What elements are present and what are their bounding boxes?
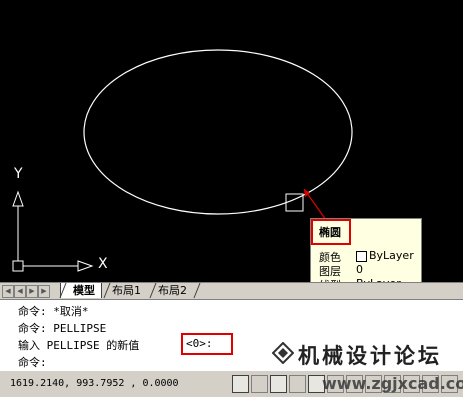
last-tab-icon[interactable]: ▶	[38, 285, 50, 298]
watermark-logo-icon	[272, 342, 294, 364]
next-tab-icon[interactable]: ▶	[26, 285, 38, 298]
command-history-line: 命令: *取消*	[18, 305, 89, 318]
ucs-icon	[12, 190, 94, 272]
polar-toggle-icon[interactable]	[289, 375, 306, 393]
ellipse-entity[interactable]	[83, 49, 353, 215]
watermark-text: 机械设计论坛	[298, 343, 442, 368]
tooltip-layer-value: 0	[356, 263, 363, 276]
tooltip-color-value: ByLayer	[369, 249, 414, 262]
layout-tab-bar: ◀ ◀ ▶ ▶ 模型 布局1 布局2	[0, 282, 463, 299]
command-history-line: 命令: PELLIPSE	[18, 322, 107, 335]
command-input-line[interactable]: 命令:	[18, 354, 47, 370]
bylayer-swatch	[356, 251, 367, 262]
first-tab-icon[interactable]: ◀	[2, 285, 14, 298]
ortho-toggle-icon[interactable]	[270, 375, 287, 393]
command-prompt-text: 输入 PELLIPSE 的新值	[18, 339, 140, 352]
command-window[interactable]: 命令: *取消* 命令: PELLIPSE 输入 PELLIPSE 的新值 <0…	[0, 299, 463, 370]
coordinate-readout: 1619.2140, 993.7952 , 0.0000	[10, 378, 179, 389]
ucs-y-label: Y	[14, 166, 23, 182]
tab-separators	[59, 283, 201, 299]
command-default-value: <0>:	[186, 337, 213, 350]
status-bar: 1619.2140, 993.7952 , 0.0000 www.zgjxcad…	[0, 370, 463, 397]
watermark-url: www.zgjxcad.com	[322, 374, 463, 393]
snap-toggle-icon[interactable]	[232, 375, 249, 393]
tooltip-title: 椭圆	[319, 226, 341, 239]
ucs-x-label: X	[98, 256, 108, 272]
prev-tab-icon[interactable]: ◀	[14, 285, 26, 298]
grid-toggle-icon[interactable]	[251, 375, 268, 393]
